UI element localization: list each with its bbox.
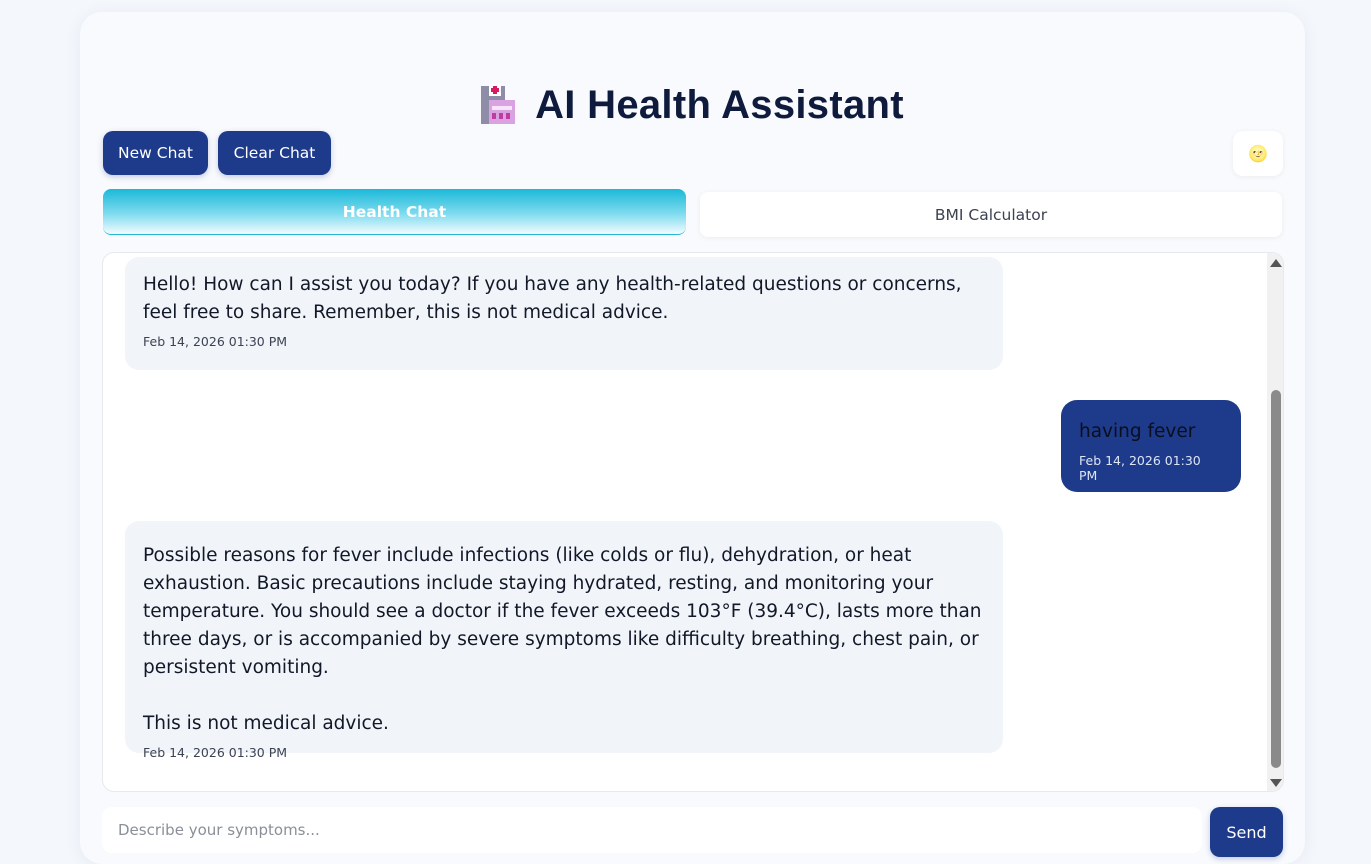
scrollbar-thumb[interactable] [1271,390,1281,768]
clear-chat-button[interactable]: Clear Chat [218,131,331,175]
tab-label: BMI Calculator [934,205,1048,224]
hospital-icon [481,84,516,124]
header: AI Health Assistant [80,80,1305,130]
message-timestamp: Feb 14, 2026 01:30 PM [1079,453,1201,483]
message-text: Hello! How can I assist you today? If yo… [143,274,962,323]
tab-label: Health Chat [342,202,447,221]
message-timestamp: Feb 14, 2026 01:30 PM [143,745,288,760]
scroll-up-icon[interactable] [1270,259,1282,267]
chat-history[interactable]: Hello! How can I assist you today? If yo… [102,252,1284,792]
theme-toggle-button[interactable]: 🌝 [1233,131,1283,176]
chat-scrollbar[interactable] [1267,253,1283,791]
tab-health-chat[interactable]: Health Chat [103,189,686,235]
page-title: AI Health Assistant [535,82,904,127]
message-text: Possible reasons for fever include infec… [143,545,982,734]
scroll-down-icon[interactable] [1270,779,1282,787]
message-timestamp: Feb 14, 2026 01:30 PM [143,334,288,349]
tab-bmi-calculator[interactable]: BMI Calculator [700,192,1282,237]
composer: Send [102,807,1283,857]
symptom-input[interactable] [102,807,1202,853]
assistant-message: Hello! How can I assist you today? If yo… [125,257,1003,370]
new-chat-button[interactable]: New Chat [103,131,208,175]
app-card: AI Health Assistant New Chat Clear Chat … [80,12,1305,864]
message-text: having fever [1079,421,1196,442]
send-button[interactable]: Send [1210,807,1283,857]
moon-face-icon: 🌝 [1248,145,1268,163]
assistant-message: Possible reasons for fever include infec… [125,521,1003,760]
user-message: having fever Feb 14, 2026 01:30 PM [1061,400,1241,492]
